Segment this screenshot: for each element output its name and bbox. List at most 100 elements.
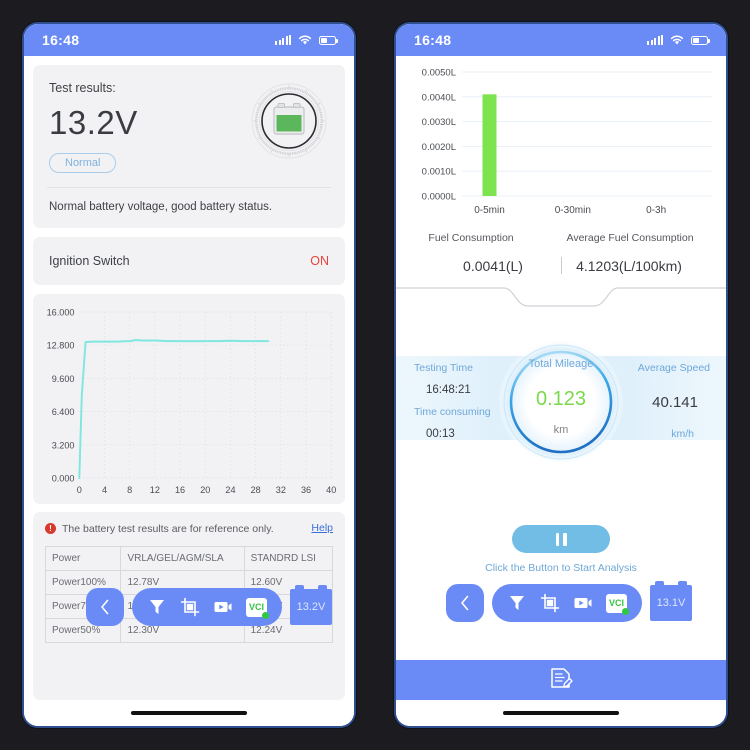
status-badge: Normal bbox=[49, 153, 117, 173]
vci-connected-dot bbox=[622, 607, 629, 615]
svg-text:0.0050L: 0.0050L bbox=[422, 68, 456, 79]
svg-text:0-30min: 0-30min bbox=[555, 205, 591, 216]
tool-group: VCI bbox=[132, 588, 282, 626]
total-mileage-label: Total Mileage bbox=[528, 358, 594, 370]
ignition-switch-row: Ignition Switch ON bbox=[33, 237, 345, 285]
svg-text:0-5min: 0-5min bbox=[474, 205, 505, 216]
vci-icon[interactable]: VCI bbox=[606, 593, 629, 615]
right-content: 0.0000L 0.0010L 0.0020L 0.0030L 0.0040L 0.005… bbox=[396, 56, 726, 700]
wifi-icon bbox=[298, 35, 312, 45]
status-bar: 16:48 bbox=[24, 24, 354, 56]
pause-icon-bar-2 bbox=[563, 532, 567, 546]
testing-time-label: Testing Time bbox=[414, 362, 473, 374]
battery-status-note: Normal battery voltage, good battery sta… bbox=[49, 201, 273, 213]
svg-text:12.800: 12.800 bbox=[47, 341, 75, 351]
time-consuming-value: 00:13 bbox=[426, 428, 455, 440]
left-phone-frame: 16:48 Test results: 13.2V Normal Normal … bbox=[24, 24, 354, 726]
help-link[interactable]: Help bbox=[311, 522, 333, 534]
svg-text:24: 24 bbox=[225, 485, 235, 495]
crop-icon[interactable] bbox=[540, 593, 560, 613]
left-floating-toolbar: VCI 13.2V bbox=[86, 585, 332, 626]
testing-time-value: 16:48:21 bbox=[426, 384, 471, 396]
battery-icon bbox=[319, 35, 338, 45]
funnel-icon[interactable] bbox=[147, 597, 167, 617]
warning-text: The battery test results are for referen… bbox=[62, 523, 274, 535]
funnel-icon[interactable] bbox=[507, 593, 527, 613]
report-bottom-bar[interactable] bbox=[396, 660, 726, 700]
table-header-cell: STANDRD LSI bbox=[243, 546, 334, 572]
section-notch-divider bbox=[396, 286, 726, 308]
vci-voltage-indicator[interactable]: 13.2V bbox=[290, 585, 332, 625]
video-icon[interactable] bbox=[573, 593, 593, 613]
svg-text:0.0000L: 0.0000L bbox=[422, 192, 456, 203]
vci-voltage-indicator[interactable]: 13.1V bbox=[650, 581, 692, 621]
svg-text:3.200: 3.200 bbox=[52, 440, 75, 450]
signal-bars-icon bbox=[647, 35, 663, 45]
svg-text:0.0040L: 0.0040L bbox=[422, 92, 456, 103]
vci-connected-dot bbox=[262, 611, 269, 619]
svg-text:16: 16 bbox=[175, 485, 185, 495]
average-speed-value: 40.141 bbox=[652, 394, 698, 411]
ignition-switch-label: Ignition Switch bbox=[49, 254, 130, 268]
svg-text:4: 4 bbox=[102, 485, 107, 495]
legend-fuel-consumption: Fuel Consumption bbox=[428, 232, 514, 244]
wifi-icon bbox=[670, 35, 684, 45]
back-button[interactable] bbox=[446, 584, 484, 622]
crop-icon[interactable] bbox=[180, 597, 200, 617]
alert-icon: ! bbox=[45, 523, 56, 534]
chevron-left-icon bbox=[101, 599, 109, 615]
test-result-top: Test results: 13.2V Normal bbox=[33, 65, 345, 187]
vci-label: VCI bbox=[248, 601, 264, 612]
voltage-chart-card: 0.000 3.200 6.400 9.600 12.800 16.000 0 4 8 12 16 2… bbox=[33, 294, 345, 504]
tool-group: VCI bbox=[492, 584, 642, 622]
home-indicator bbox=[396, 700, 726, 726]
svg-text:0.000: 0.000 bbox=[52, 473, 75, 483]
svg-text:32: 32 bbox=[276, 485, 286, 495]
status-bar-icons bbox=[275, 35, 338, 46]
total-mileage-value: 0.123 bbox=[535, 388, 587, 410]
table-header-row: Power VRLA/GEL/AGM/SLA STANDRD LSI bbox=[44, 546, 334, 572]
video-icon[interactable] bbox=[213, 597, 233, 617]
start-analysis-button[interactable] bbox=[512, 525, 610, 553]
home-indicator bbox=[24, 700, 354, 726]
chevron-left-icon bbox=[461, 595, 469, 611]
signal-bars-icon bbox=[275, 35, 291, 45]
status-bar-time: 16:48 bbox=[42, 32, 80, 48]
average-fuel-consumption-value: 4.1203(L/100km) bbox=[576, 257, 682, 274]
analysis-caption: Click the Button to Start Analysis bbox=[485, 562, 637, 574]
svg-text:0.0030L: 0.0030L bbox=[422, 117, 456, 128]
battery-icon bbox=[691, 35, 710, 45]
svg-text:20: 20 bbox=[200, 485, 210, 495]
fuel-consumption-value: 0.0041(L) bbox=[463, 257, 523, 274]
table-header-cell: Power bbox=[44, 546, 122, 572]
right-phone-screen: 16:48 0.0000L 0.0010L 0.0020L 0.0030L 0.0040… bbox=[396, 24, 726, 726]
report-edit-icon bbox=[551, 668, 573, 688]
status-bar-icons bbox=[647, 35, 710, 46]
battery-gauge-icon bbox=[251, 83, 327, 159]
svg-text:8: 8 bbox=[127, 485, 132, 495]
total-mileage-unit: km bbox=[553, 424, 569, 436]
right-phone-frame: 16:48 0.0000L 0.0010L 0.0020L 0.0030L 0.0040… bbox=[396, 24, 726, 726]
svg-text:0: 0 bbox=[77, 485, 82, 495]
analysis-control: Click the Button to Start Analysis bbox=[396, 525, 726, 574]
vci-icon[interactable]: VCI bbox=[246, 597, 269, 619]
svg-text:36: 36 bbox=[301, 485, 311, 495]
back-button[interactable] bbox=[86, 588, 124, 626]
left-phone-screen: 16:48 Test results: 13.2V Normal Normal … bbox=[24, 24, 354, 726]
mileage-gauge-area: Testing Time 16:48:21 Time consuming 00:… bbox=[396, 308, 726, 523]
svg-text:0.0020L: 0.0020L bbox=[422, 142, 456, 153]
vci-label: VCI bbox=[608, 597, 624, 608]
pause-icon-bar-1 bbox=[555, 532, 559, 546]
right-floating-toolbar: VCI 13.1V bbox=[446, 581, 692, 622]
test-result-card: Test results: 13.2V Normal Normal batter… bbox=[33, 65, 345, 228]
ignition-switch-value: ON bbox=[310, 254, 329, 268]
svg-text:16.000: 16.000 bbox=[47, 307, 75, 317]
svg-text:0-3h: 0-3h bbox=[646, 205, 666, 216]
svg-text:0.0010L: 0.0010L bbox=[422, 167, 456, 178]
svg-text:6.400: 6.400 bbox=[52, 407, 75, 417]
svg-text:28: 28 bbox=[251, 485, 261, 495]
warning-line: ! The battery test results are for refer… bbox=[45, 522, 333, 537]
fuel-bar-chart: 0.0000L 0.0010L 0.0020L 0.0030L 0.0040L 0.005… bbox=[396, 56, 726, 224]
total-mileage-gauge: Total Mileage 0.123 km bbox=[497, 338, 625, 466]
time-consuming-label: Time consuming bbox=[414, 406, 491, 418]
